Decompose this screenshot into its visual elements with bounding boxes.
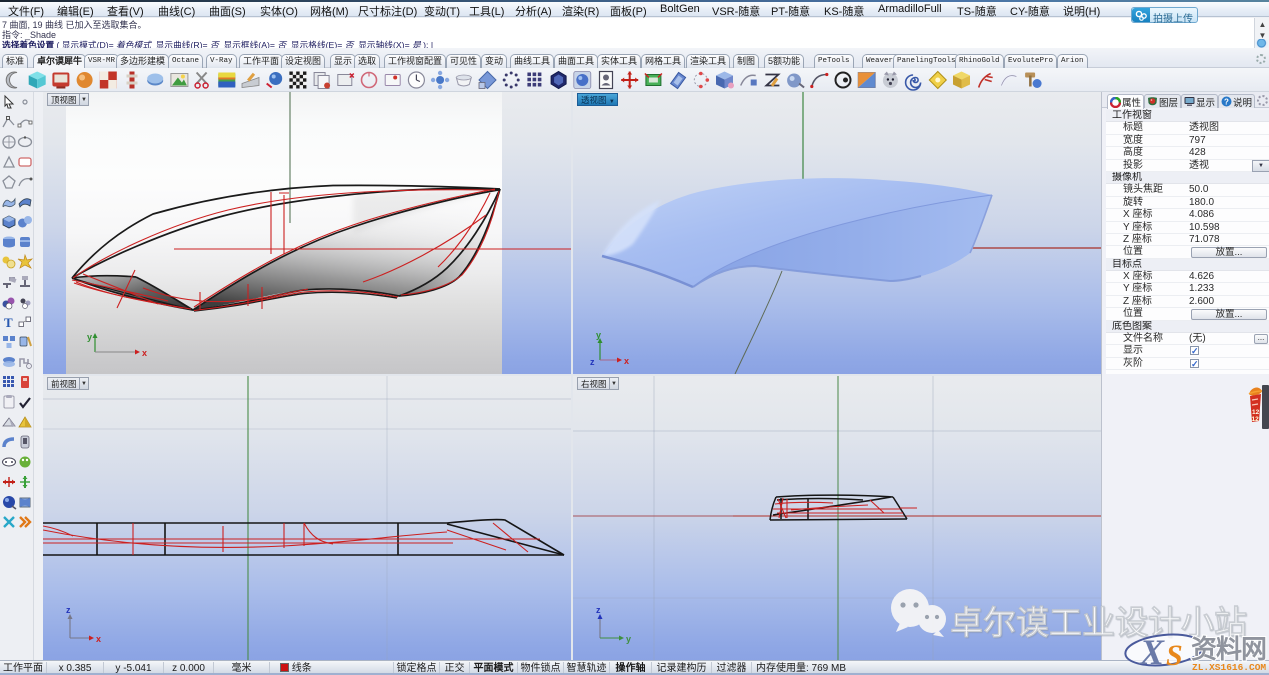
svg-text:资料网: 资料网 <box>1191 634 1266 664</box>
svg-text:T: T <box>4 315 13 330</box>
svg-text:X: X <box>1139 632 1165 672</box>
svg-text:z: z <box>66 605 71 615</box>
svg-text:x: x <box>624 356 629 366</box>
svg-text:y: y <box>626 634 631 644</box>
svg-text:ZL.XS1616.COM: ZL.XS1616.COM <box>1192 662 1266 673</box>
svg-text:x: x <box>142 348 147 358</box>
svg-text:y: y <box>87 332 92 342</box>
svg-text:z: z <box>596 605 601 615</box>
svg-text:S: S <box>1166 639 1183 672</box>
svg-text:x: x <box>96 634 101 644</box>
svg-text:z: z <box>590 357 595 367</box>
svg-text:?: ? <box>1224 98 1229 107</box>
svg-text:y: y <box>596 330 601 340</box>
svg-text:12: 12 <box>1252 416 1260 423</box>
svg-text:12: 12 <box>1252 409 1260 416</box>
